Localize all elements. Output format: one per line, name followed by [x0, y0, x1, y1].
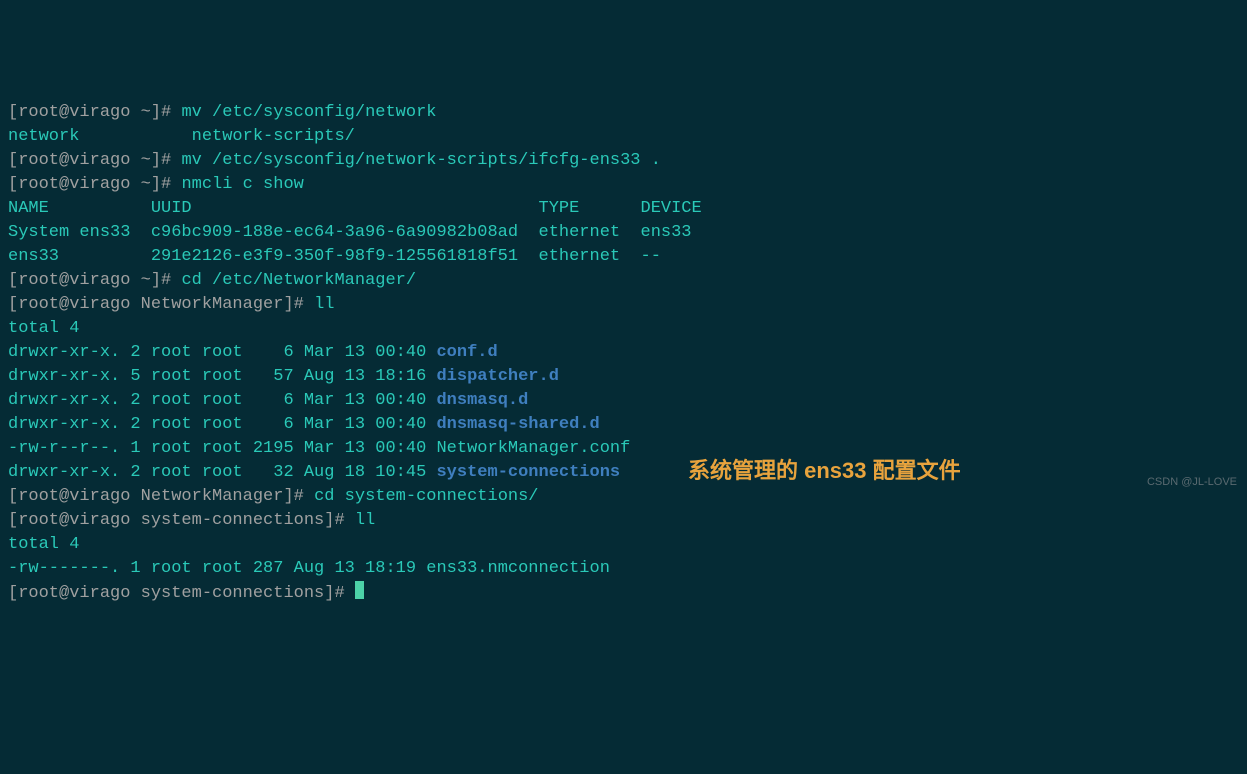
- cursor[interactable]: [355, 581, 364, 599]
- annotation-text: 系统管理的 ens33 配置文件: [688, 459, 961, 483]
- terminal-output[interactable]: [root@virago ~]# mv /etc/sysconfig/netwo…: [8, 101, 1239, 606]
- watermark: CSDN @JL-LOVE: [1147, 470, 1237, 494]
